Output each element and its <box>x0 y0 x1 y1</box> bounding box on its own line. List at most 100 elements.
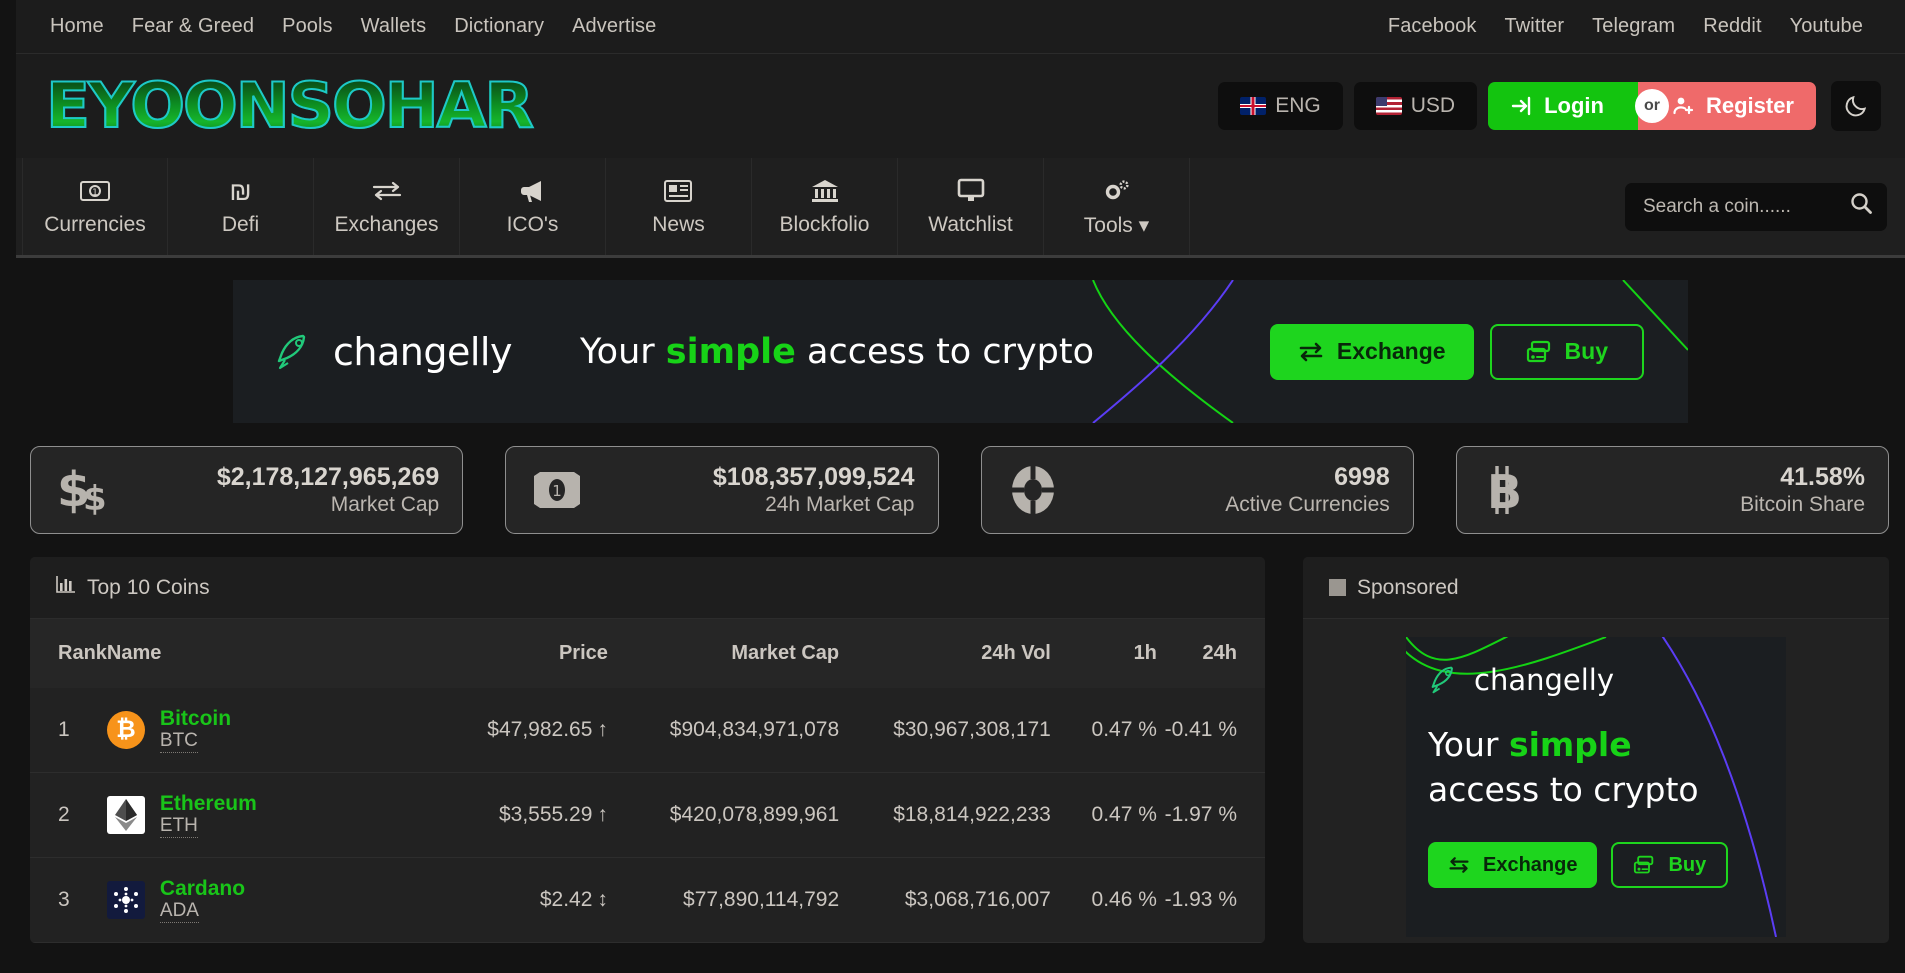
svg-text:$: $ <box>83 479 107 516</box>
topbar-social-links: Facebook Twitter Telegram Reddit Youtube <box>1374 15 1877 38</box>
us-flag-icon <box>1375 97 1402 115</box>
coin-name[interactable]: Bitcoin <box>160 707 231 730</box>
currency-selector[interactable]: USD <box>1353 82 1478 130</box>
dollar-signs-icon: $ $ <box>57 464 115 516</box>
table-header-row: Rank Name Price Market Cap 24h Vol 1h 24… <box>30 619 1265 688</box>
changelly-banner[interactable]: changelly Your simple access to crypto E… <box>233 280 1688 423</box>
nav-news[interactable]: News <box>606 158 752 255</box>
sponsored-card: Sponsored changelly Your simple access t… <box>1303 557 1889 943</box>
newspaper-icon <box>663 176 694 206</box>
nav-news-label: News <box>652 213 705 236</box>
coin-symbol: BTC <box>159 730 198 753</box>
topnav-advertise[interactable]: Advertise <box>558 15 670 38</box>
stat-label: Market Cap <box>330 493 440 517</box>
table-row[interactable]: 2 Ethereum ETH $3,555.29 ↑ $420,078,899,… <box>30 772 1265 858</box>
topnav-pools[interactable]: Pools <box>268 15 347 38</box>
row-price: $2.42 ↕ <box>398 857 608 943</box>
nav-exchanges[interactable]: Exchanges <box>314 158 460 255</box>
col-24h-vol[interactable]: 24h Vol <box>839 619 1051 688</box>
col-market-cap[interactable]: Market Cap <box>607 619 840 688</box>
login-button[interactable]: Login <box>1488 82 1638 130</box>
coin-name[interactable]: Ethereum <box>160 792 257 815</box>
register-label: Register <box>1705 93 1794 118</box>
stat-label: Active Currencies <box>1225 493 1390 517</box>
coin-symbol: ETH <box>159 815 198 838</box>
site-header: EYOONSOHAR ENG USD Login or Register <box>16 54 1905 158</box>
ethereum-coin-icon <box>106 795 145 834</box>
sponsored-title: Sponsored <box>1357 575 1459 599</box>
login-arrow-icon <box>1511 96 1531 116</box>
topnav-home[interactable]: Home <box>36 15 118 38</box>
stat-value: 6998 <box>1334 462 1390 491</box>
social-reddit[interactable]: Reddit <box>1689 15 1775 38</box>
coin-name[interactable]: Cardano <box>160 877 245 900</box>
row-name-cell: Cardano ADA <box>106 857 399 943</box>
ad-banner-zone: changelly Your simple access to crypto E… <box>16 258 1905 423</box>
top-10-coins-card: Top 10 Coins Rank Name Price Market Cap … <box>30 557 1265 943</box>
bar-chart-icon <box>56 575 76 600</box>
stat-card-24h-market-cap: 1 $108,357,099,524 24h Market Cap <box>505 446 939 534</box>
sponsored-header: Sponsored <box>1303 557 1889 619</box>
col-1h[interactable]: 1h <box>1050 619 1157 688</box>
trend-flat-icon: ↕ <box>597 887 608 911</box>
dark-mode-toggle[interactable] <box>1831 81 1881 131</box>
exchange-arrows-icon <box>1449 857 1469 873</box>
chevron-down-icon: ▾ <box>1138 213 1150 237</box>
sponsor-buy-label: Buy <box>1668 853 1707 876</box>
nav-watchlist[interactable]: Watchlist <box>898 158 1044 255</box>
sponsor-exchange-button[interactable]: Exchange <box>1428 842 1598 889</box>
rocket-icon <box>1431 666 1453 694</box>
row-price: $3,555.29 ↑ <box>398 772 608 858</box>
nav-blockfolio[interactable]: Blockfolio <box>752 158 898 255</box>
auth-buttons: Login or Register <box>1488 82 1816 130</box>
exchange-arrows-icon <box>1299 342 1323 361</box>
svg-text:1: 1 <box>552 482 562 500</box>
nav-tools[interactable]: Tools ▾ <box>1044 158 1190 255</box>
sponsored-changelly-banner[interactable]: changelly Your simple access to crypto Ex… <box>1406 637 1786 937</box>
bitcoin-coin-icon: ₿ <box>106 710 145 749</box>
topnav-fear-greed[interactable]: Fear & Greed <box>118 15 268 38</box>
rocket-icon <box>277 334 306 369</box>
stat-label: Bitcoin Share <box>1740 493 1865 517</box>
or-badge: or <box>1635 89 1670 123</box>
col-rank[interactable]: Rank <box>30 619 107 688</box>
nav-defi[interactable]: ₪ Defi <box>168 158 314 255</box>
topnav-wallets[interactable]: Wallets <box>347 15 441 38</box>
market-stats-row: $ $ $2,178,127,965,269 Market Cap 1 $108,… <box>16 423 1905 534</box>
col-24h[interactable]: 24h <box>1156 619 1265 688</box>
topnav-dictionary[interactable]: Dictionary <box>440 15 558 38</box>
nav-currencies[interactable]: 1 Currencies <box>22 158 168 255</box>
banner-cta-group: Exchange Buy <box>1269 323 1644 380</box>
social-youtube[interactable]: Youtube <box>1776 15 1877 38</box>
search-icon[interactable] <box>1849 191 1873 222</box>
main-navigation: 1 Currencies ₪ Defi Exchanges ICO's News <box>16 158 1905 258</box>
credit-card-icon <box>1634 855 1654 874</box>
language-selector[interactable]: ENG <box>1218 82 1343 130</box>
table-row[interactable]: 1 ₿ Bitcoin BTC $47,982.65 ↑ $904,834,97… <box>30 688 1265 773</box>
top-10-coins-table: Rank Name Price Market Cap 24h Vol 1h 24… <box>30 619 1265 943</box>
social-telegram[interactable]: Telegram <box>1578 15 1689 38</box>
row-market-cap: $904,834,971,078 <box>607 688 840 773</box>
col-name[interactable]: Name <box>106 619 399 688</box>
banner-tagline: Your simple access to crypto <box>579 331 1095 372</box>
row-rank: 2 <box>30 772 107 858</box>
row-change-24h: -1.97 % <box>1156 772 1265 858</box>
user-plus-icon <box>1673 97 1694 115</box>
social-facebook[interactable]: Facebook <box>1374 15 1491 38</box>
nav-icos[interactable]: ICO's <box>460 158 606 255</box>
banner-buy-button[interactable]: Buy <box>1489 323 1644 380</box>
col-price[interactable]: Price <box>398 619 608 688</box>
search-input[interactable] <box>1643 195 1845 218</box>
svg-text:1: 1 <box>92 188 98 198</box>
stat-value: $2,178,127,965,269 <box>216 462 440 491</box>
top-10-coins-title: Top 10 Coins <box>87 575 210 599</box>
banner-exchange-button[interactable]: Exchange <box>1269 323 1474 380</box>
megaphone-icon <box>519 176 547 206</box>
search-box[interactable] <box>1625 182 1887 231</box>
row-change-1h: 0.47 % <box>1050 772 1157 858</box>
site-logo[interactable]: EYOONSOHAR <box>45 74 535 138</box>
moon-icon <box>1845 95 1867 117</box>
sponsor-buy-button[interactable]: Buy <box>1611 842 1729 889</box>
social-twitter[interactable]: Twitter <box>1491 15 1579 38</box>
table-row[interactable]: 3 Cardano ADA $2.42 ↕ $77,890,114,792 $3… <box>30 857 1265 943</box>
